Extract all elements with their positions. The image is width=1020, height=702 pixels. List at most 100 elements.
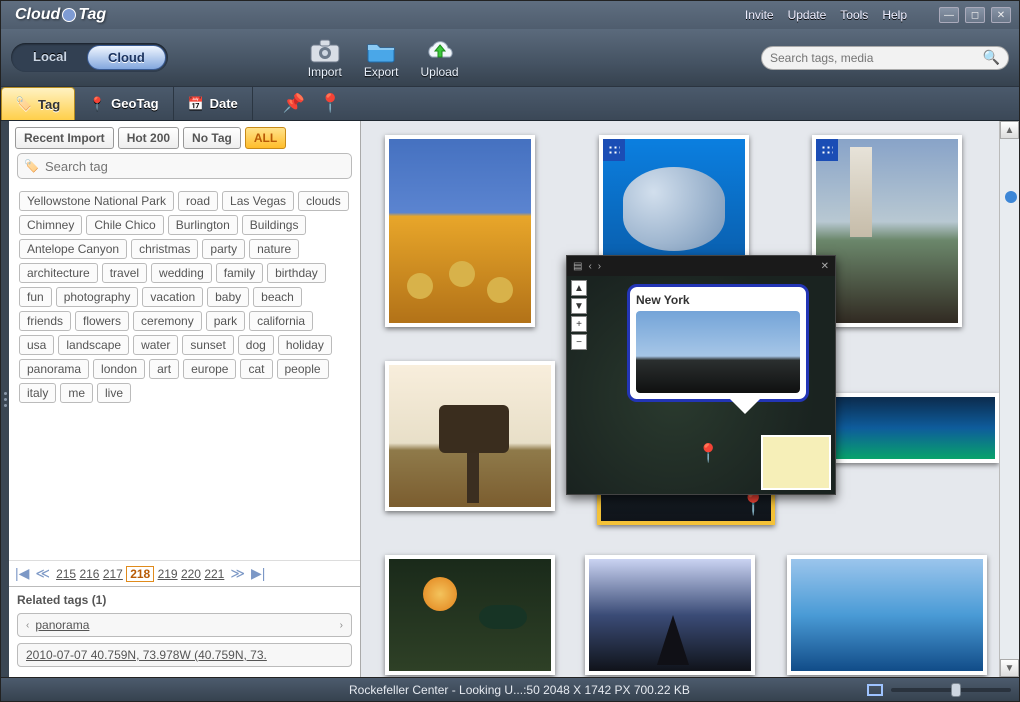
tag-chip[interactable]: photography <box>56 287 139 307</box>
tag-chip[interactable]: birthday <box>267 263 326 283</box>
zoom-slider[interactable] <box>891 688 1011 692</box>
map-popup-close-icon[interactable]: ✕ <box>821 261 829 272</box>
menu-invite[interactable]: Invite <box>745 8 774 22</box>
tag-chip[interactable]: baby <box>207 287 249 307</box>
pager-page[interactable]: 217 <box>103 567 123 581</box>
pager-last[interactable]: ▶| <box>251 565 265 582</box>
related-info-row[interactable]: 2010-07-07 40.759N, 73.978W (40.759N, 73… <box>17 643 352 667</box>
pager-page[interactable]: 215 <box>56 567 76 581</box>
upload-button[interactable]: Upload <box>421 37 459 79</box>
tag-chip[interactable]: people <box>277 359 329 379</box>
tab-date[interactable]: 📅 Date <box>174 87 253 120</box>
tag-chip[interactable]: panorama <box>19 359 89 379</box>
filter-recent-import[interactable]: Recent Import <box>15 127 114 149</box>
tag-chip[interactable]: italy <box>19 383 56 403</box>
tag-chip[interactable]: travel <box>102 263 147 283</box>
thumbnail[interactable] <box>787 555 987 675</box>
search-icon[interactable]: 🔍 <box>983 49 1000 66</box>
tab-tag[interactable]: 🏷️ Tag <box>1 87 75 120</box>
source-cloud[interactable]: Cloud <box>87 45 166 70</box>
tag-chip[interactable]: Burlington <box>168 215 238 235</box>
tag-chip[interactable]: water <box>133 335 178 355</box>
tag-chip[interactable]: art <box>149 359 179 379</box>
map-minimap[interactable] <box>761 435 831 490</box>
tag-chip[interactable]: dog <box>238 335 274 355</box>
map-zoom-in[interactable]: + <box>571 316 587 332</box>
thumbnail[interactable] <box>599 135 749 265</box>
pager-page[interactable]: 219 <box>158 567 178 581</box>
map-pan-down[interactable]: ▼ <box>571 298 587 314</box>
filter-all[interactable]: ALL <box>245 127 286 149</box>
sidebar-resize-handle[interactable] <box>1 121 9 677</box>
tag-chip[interactable]: fun <box>19 287 52 307</box>
export-button[interactable]: Export <box>364 37 399 79</box>
tag-chip[interactable]: Antelope Canyon <box>19 239 127 259</box>
menu-update[interactable]: Update <box>788 8 827 22</box>
tag-chip[interactable]: ceremony <box>133 311 202 331</box>
tag-chip[interactable]: cat <box>240 359 272 379</box>
tag-chip[interactable]: europe <box>183 359 236 379</box>
tag-chip[interactable]: Buildings <box>242 215 307 235</box>
geotag-pin-icon[interactable]: 📍 <box>319 93 341 114</box>
tag-chip[interactable]: flowers <box>75 311 129 331</box>
import-button[interactable]: Import <box>308 37 342 79</box>
tag-chip[interactable]: Chile Chico <box>86 215 163 235</box>
pager-page[interactable]: 220 <box>181 567 201 581</box>
thumbnail[interactable] <box>385 135 535 327</box>
map-bubble-thumbnail[interactable] <box>636 311 800 393</box>
tag-chip[interactable]: family <box>216 263 263 283</box>
tag-search-box[interactable]: 🏷️ <box>17 153 352 179</box>
tag-chip[interactable]: london <box>93 359 145 379</box>
tag-chip[interactable]: clouds <box>298 191 349 211</box>
thumbnail[interactable] <box>385 555 555 675</box>
tag-chip[interactable]: holiday <box>278 335 332 355</box>
maximize-button[interactable]: ◻ <box>965 7 985 23</box>
tag-search-input[interactable] <box>45 159 345 174</box>
tag-chip[interactable]: Chimney <box>19 215 82 235</box>
thumbnail[interactable] <box>385 361 555 511</box>
map-popup-menu-icon[interactable]: ▤ <box>573 261 582 272</box>
pager-page[interactable]: 216 <box>79 567 99 581</box>
tag-chip[interactable]: christmas <box>131 239 198 259</box>
search-box[interactable]: 🔍 <box>761 46 1009 70</box>
tag-chip[interactable]: usa <box>19 335 54 355</box>
thumbnail[interactable] <box>585 555 755 675</box>
tag-chip[interactable]: nature <box>249 239 299 259</box>
tag-chip[interactable]: architecture <box>19 263 98 283</box>
tag-chip[interactable]: me <box>60 383 93 403</box>
pager-next[interactable]: ≫ <box>230 565 245 582</box>
menu-help[interactable]: Help <box>882 8 907 22</box>
tag-chip[interactable]: landscape <box>58 335 129 355</box>
pager-first[interactable]: |◀ <box>15 565 29 582</box>
search-input[interactable] <box>770 51 983 65</box>
pager-page[interactable]: 218 <box>126 566 154 582</box>
scroll-up-button[interactable]: ▲ <box>1000 121 1019 139</box>
map-pan-up[interactable]: ▲ <box>571 280 587 296</box>
map-zoom-out[interactable]: − <box>571 334 587 350</box>
map-popup-prev-icon[interactable]: ‹ <box>588 261 591 272</box>
related-tag-row[interactable]: ‹ panorama › <box>17 613 352 637</box>
tag-chip[interactable]: sunset <box>182 335 233 355</box>
tag-chip[interactable]: party <box>202 239 245 259</box>
tag-chip[interactable]: wedding <box>151 263 212 283</box>
menu-tools[interactable]: Tools <box>840 8 868 22</box>
tag-chip[interactable]: park <box>206 311 245 331</box>
zoom-thumb[interactable] <box>951 683 961 697</box>
zoom-icon[interactable] <box>867 684 883 696</box>
filter-no-tag[interactable]: No Tag <box>183 127 241 149</box>
gallery-scrollbar[interactable]: ▲ ▼ <box>999 121 1019 677</box>
tab-geotag[interactable]: 📍 GeoTag <box>75 87 173 120</box>
tag-chip[interactable]: california <box>249 311 313 331</box>
tag-chip[interactable]: live <box>97 383 131 403</box>
add-geotag-icon[interactable]: 📌 <box>283 93 305 114</box>
tag-chip[interactable]: road <box>178 191 218 211</box>
tag-chip[interactable]: friends <box>19 311 71 331</box>
tag-chip[interactable]: Las Vegas <box>222 191 294 211</box>
filter-hot-200[interactable]: Hot 200 <box>118 127 179 149</box>
minimize-button[interactable]: — <box>939 7 959 23</box>
source-local[interactable]: Local <box>13 45 87 70</box>
tag-chip[interactable]: vacation <box>142 287 203 307</box>
map-popup-next-icon[interactable]: › <box>598 261 601 272</box>
tag-chip[interactable]: beach <box>253 287 302 307</box>
pager-page[interactable]: 221 <box>204 567 224 581</box>
